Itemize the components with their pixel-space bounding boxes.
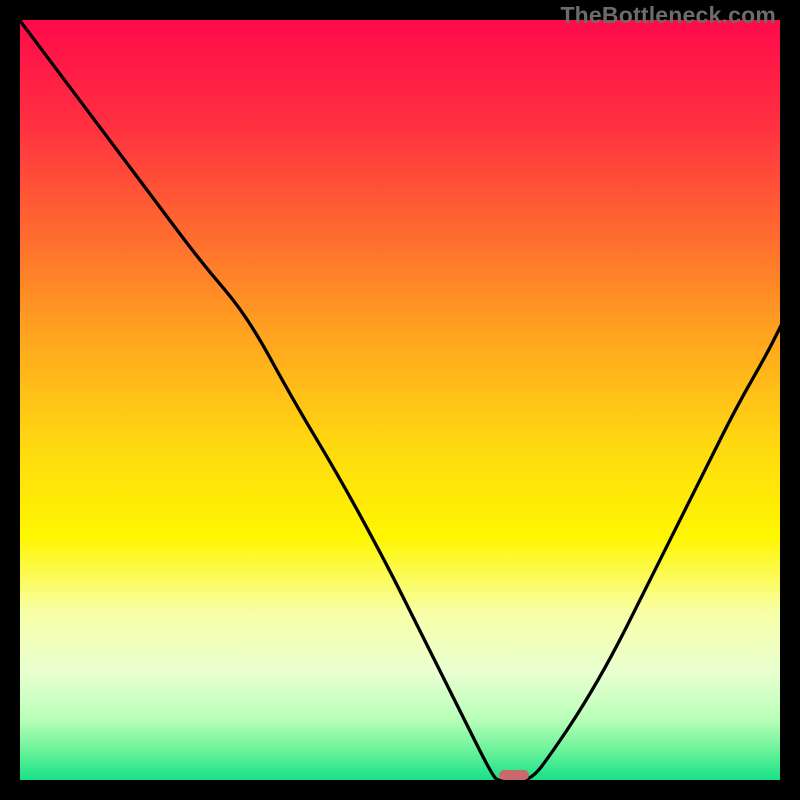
watermark-text: TheBottleneck.com (560, 2, 776, 29)
chart-frame: TheBottleneck.com (0, 0, 800, 800)
bottleneck-curve (20, 20, 780, 780)
plot-area (20, 20, 780, 780)
optimum-marker (499, 770, 529, 780)
